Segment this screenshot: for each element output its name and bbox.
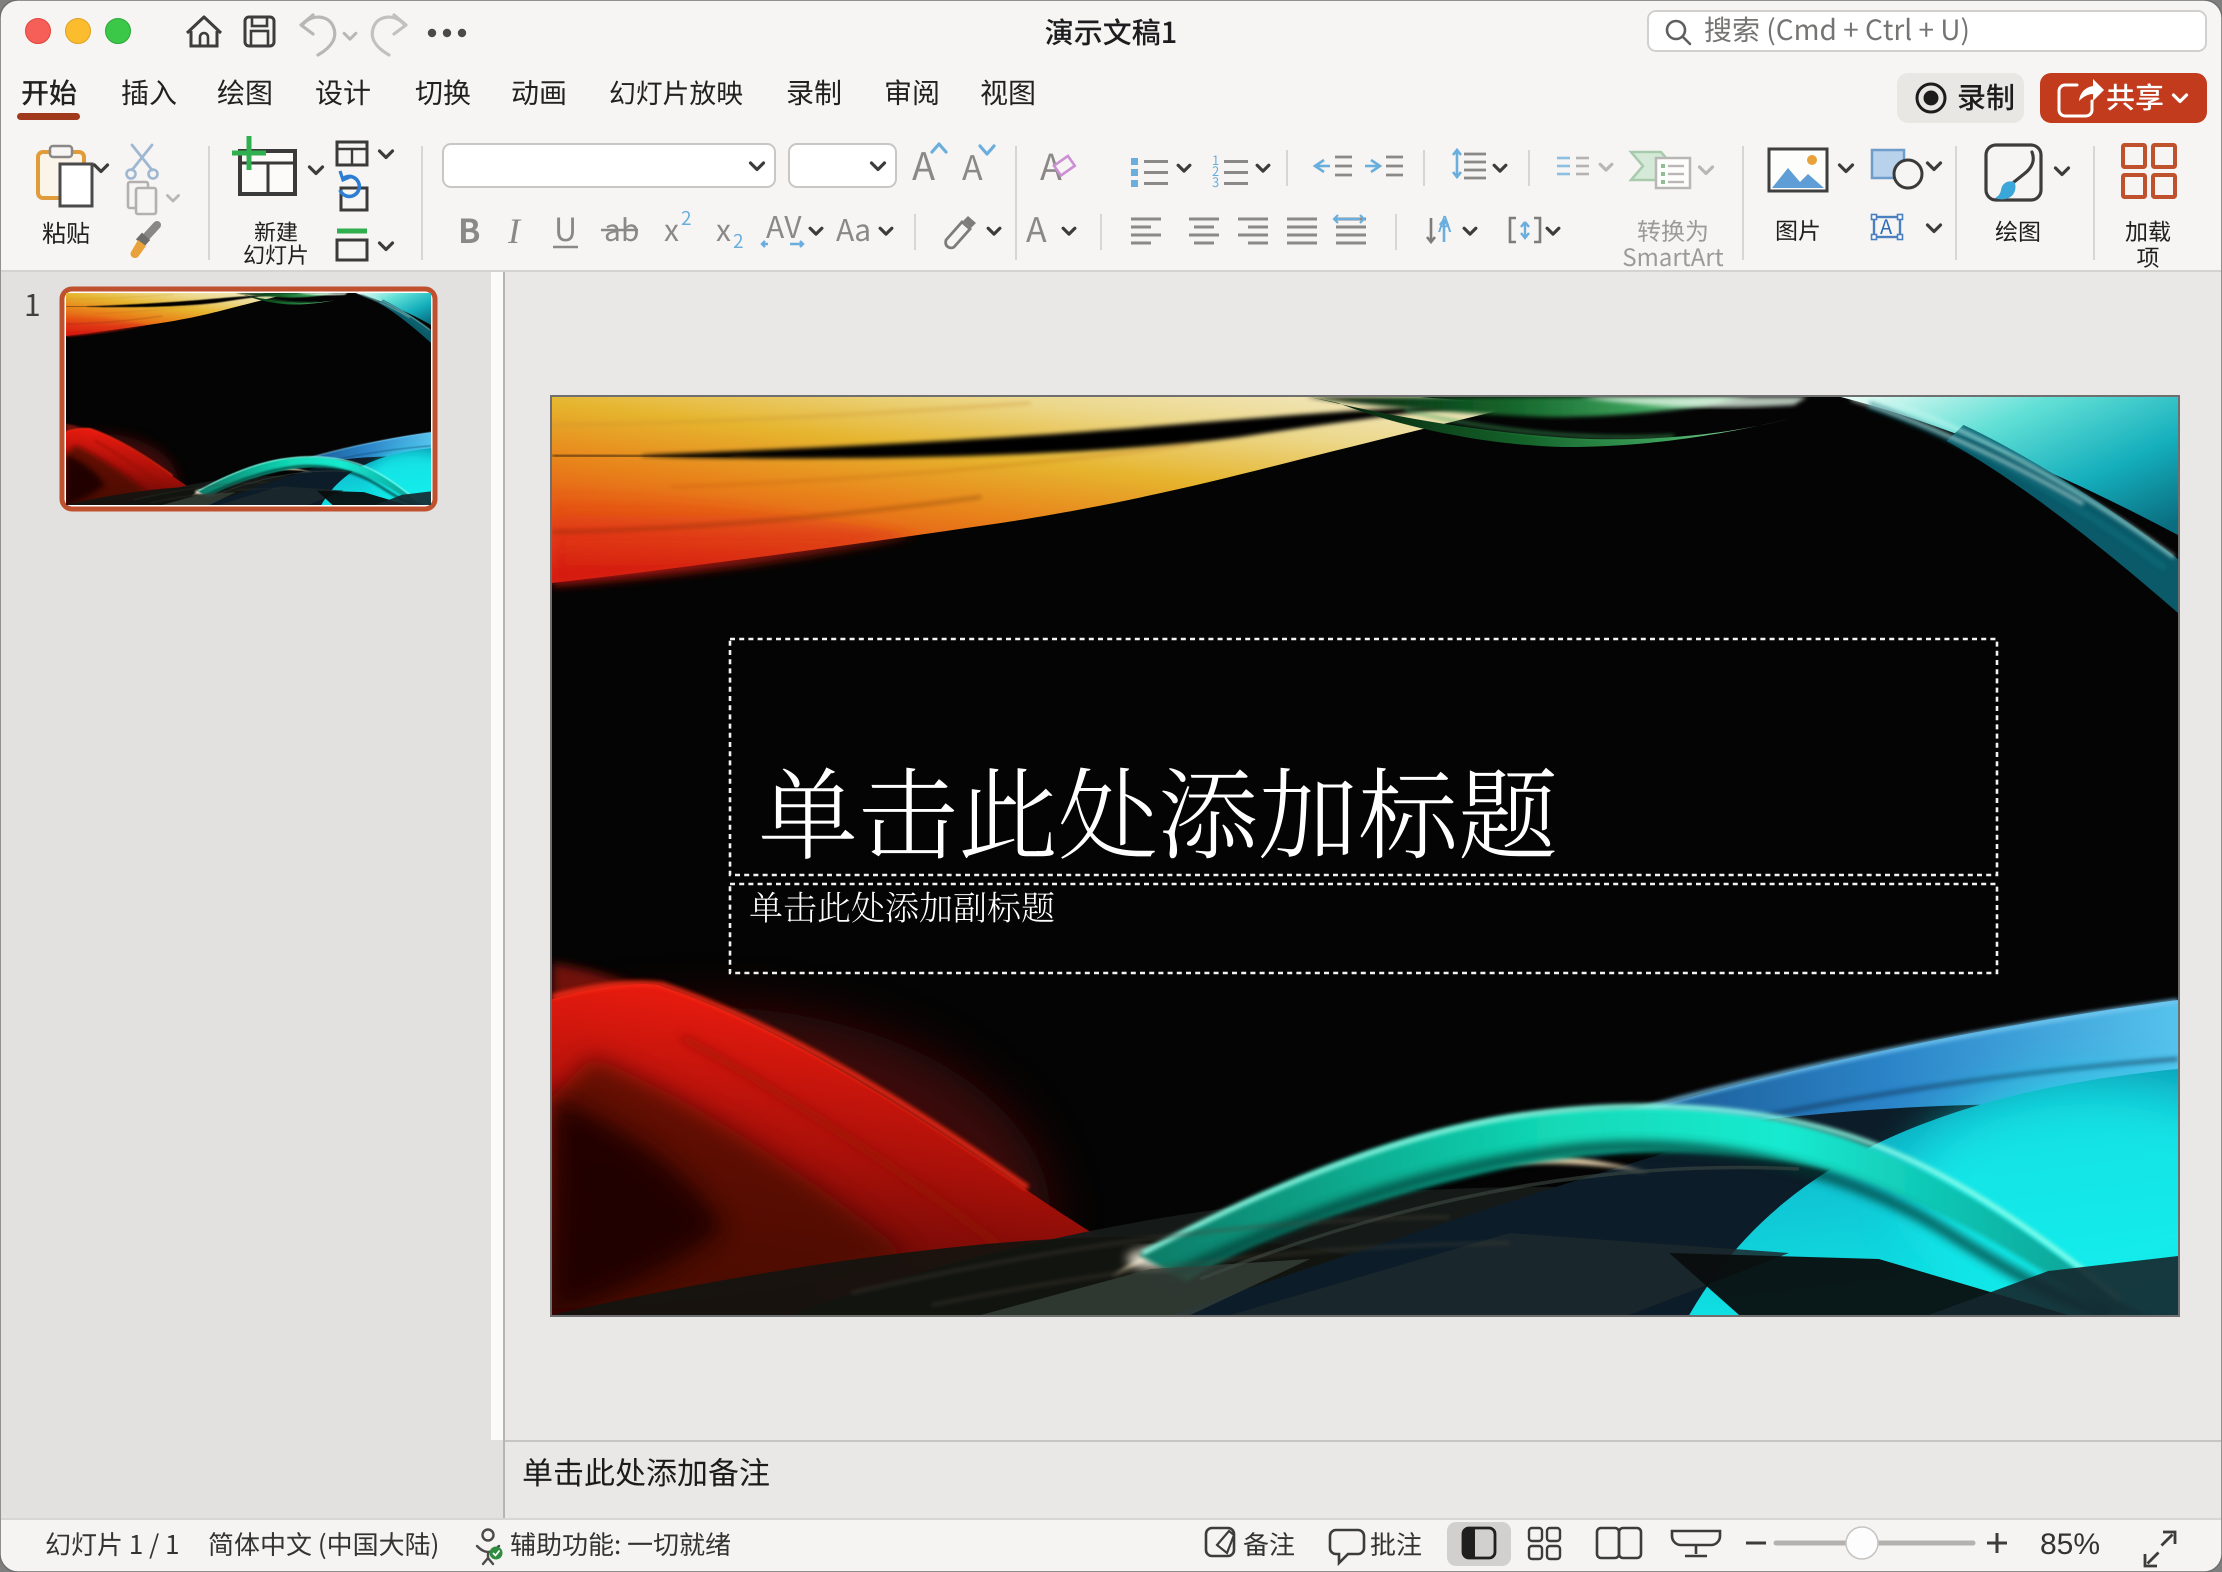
- svg-text:85%: 85%: [2040, 1528, 2100, 1561]
- svg-text:I: I: [507, 211, 522, 251]
